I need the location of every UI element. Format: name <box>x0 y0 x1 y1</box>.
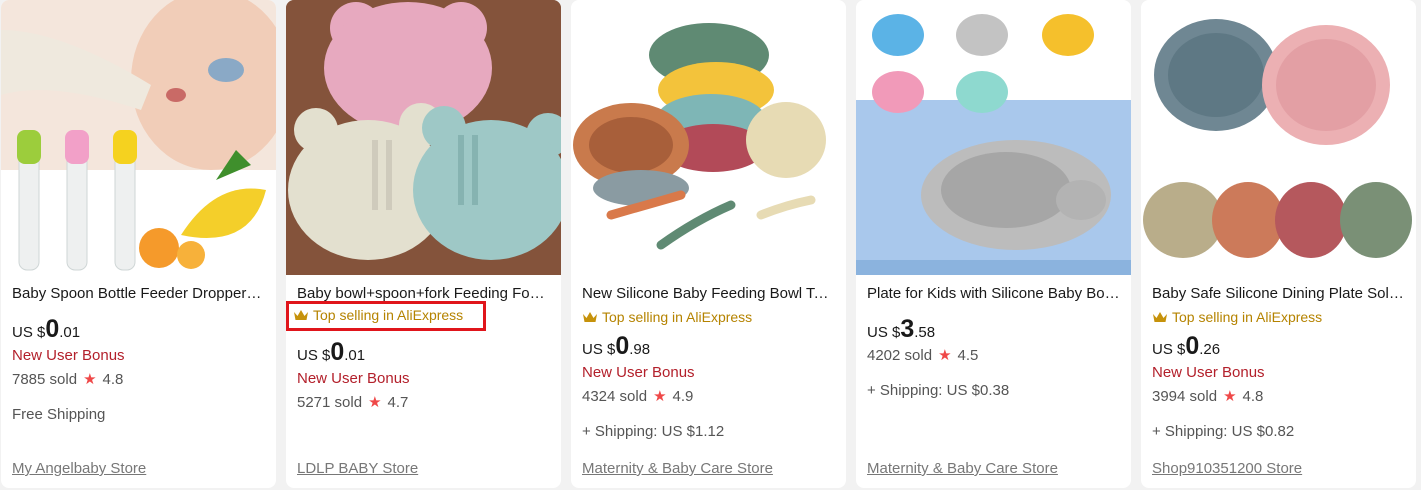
product-image[interactable] <box>571 0 846 275</box>
sold-count: 4202 sold <box>867 347 933 364</box>
top-selling-badge: Top selling in AliExpress <box>286 301 487 331</box>
top-selling-badge: Top selling in AliExpress <box>1152 308 1322 326</box>
star-icon: ★ <box>83 371 97 388</box>
crown-icon <box>1153 312 1167 322</box>
product-card[interactable]: Baby bowl+spoon+fork Feeding Food Tablew… <box>286 0 561 488</box>
product-title[interactable]: Baby Safe Silicone Dining Plate Solid Cu… <box>1152 284 1405 303</box>
product-image[interactable] <box>1 0 276 275</box>
price-integer: 0 <box>45 315 60 343</box>
shipping-info: + Shipping: US $0.38 <box>867 382 1010 399</box>
rating-value: 4.8 <box>102 371 124 388</box>
product-price: US $ 3 .58 <box>867 317 1120 345</box>
shipping-info: + Shipping: US $1.12 <box>582 423 725 440</box>
badge-label: Top selling in AliExpress <box>1172 309 1323 325</box>
product-card[interactable]: Plate for Kids with Silicone Baby Bowl S… <box>856 0 1131 488</box>
product-image[interactable] <box>286 0 561 275</box>
price-currency: US $ <box>12 324 46 341</box>
product-grid: Baby Spoon Bottle Feeder Dropper Silicon… <box>0 0 1421 490</box>
sold-rating-row: 4324 sold ★ 4.9 <box>582 388 835 406</box>
new-user-bonus: New User Bonus <box>582 364 695 381</box>
sold-rating-row: 7885 sold ★ 4.8 <box>12 371 265 389</box>
crown-icon <box>583 312 597 322</box>
sold-rating-row: 5271 sold ★ 4.7 <box>297 394 550 412</box>
crown-icon <box>294 310 308 320</box>
product-image[interactable] <box>856 0 1131 275</box>
product-card[interactable]: New Silicone Baby Feeding Bowl Tableware… <box>571 0 846 488</box>
product-title[interactable]: New Silicone Baby Feeding Bowl Tableware… <box>582 284 835 303</box>
store-link[interactable]: Maternity & Baby Care Store <box>867 460 1058 478</box>
rating-value: 4.8 <box>1242 388 1264 405</box>
rating-value: 4.5 <box>957 347 979 364</box>
product-card[interactable]: Baby Safe Silicone Dining Plate Solid Cu… <box>1141 0 1416 488</box>
product-image[interactable] <box>1141 0 1416 275</box>
sold-count: 3994 sold <box>1152 388 1218 405</box>
badge-label: Top selling in AliExpress <box>602 309 753 325</box>
shipping-info: + Shipping: US $0.82 <box>1152 423 1295 440</box>
new-user-bonus: New User Bonus <box>297 370 410 387</box>
price-currency: US $ <box>582 341 616 358</box>
top-selling-badge: Top selling in AliExpress <box>582 308 752 326</box>
store-link[interactable]: Maternity & Baby Care Store <box>582 460 773 478</box>
sold-count: 7885 sold <box>12 371 78 388</box>
price-decimal: .01 <box>59 324 81 341</box>
product-price: US $ 0 .26 <box>1152 334 1405 362</box>
product-price: US $ 0 .01 <box>297 340 550 368</box>
store-link[interactable]: LDLP BABY Store <box>297 460 418 478</box>
shipping-info: Free Shipping <box>12 406 106 423</box>
price-integer: 0 <box>330 338 345 366</box>
store-link[interactable]: My Angelbaby Store <box>12 460 146 478</box>
star-icon: ★ <box>653 388 667 405</box>
star-icon: ★ <box>938 347 952 364</box>
star-icon: ★ <box>1223 388 1237 405</box>
price-decimal: .26 <box>1199 341 1221 358</box>
product-price: US $ 0 .98 <box>582 334 835 362</box>
price-currency: US $ <box>1152 341 1186 358</box>
rating-value: 4.7 <box>387 394 409 411</box>
price-currency: US $ <box>867 324 901 341</box>
price-currency: US $ <box>297 347 331 364</box>
price-integer: 0 <box>1185 332 1200 360</box>
price-decimal: .98 <box>629 341 651 358</box>
star-icon: ★ <box>368 394 382 411</box>
sold-rating-row: 3994 sold ★ 4.8 <box>1152 388 1405 406</box>
sold-count: 5271 sold <box>297 394 363 411</box>
new-user-bonus: New User Bonus <box>1152 364 1265 381</box>
price-integer: 0 <box>615 332 630 360</box>
new-user-bonus: New User Bonus <box>12 347 125 364</box>
price-decimal: .01 <box>344 347 366 364</box>
product-card[interactable]: Baby Spoon Bottle Feeder Dropper Silicon… <box>1 0 276 488</box>
badge-label: Top selling in AliExpress <box>313 307 464 323</box>
rating-value: 4.9 <box>672 388 694 405</box>
price-integer: 3 <box>900 315 915 343</box>
sold-rating-row: 4202 sold ★ 4.5 <box>867 347 1120 365</box>
product-title[interactable]: Baby bowl+spoon+fork Feeding Food Tablew… <box>297 284 550 303</box>
price-decimal: .58 <box>914 324 936 341</box>
sold-count: 4324 sold <box>582 388 648 405</box>
product-title[interactable]: Plate for Kids with Silicone Baby Bowl S… <box>867 284 1120 303</box>
product-price: US $ 0 .01 <box>12 317 265 345</box>
store-link[interactable]: Shop910351200 Store <box>1152 460 1302 478</box>
product-title[interactable]: Baby Spoon Bottle Feeder Dropper Silicon… <box>12 284 265 303</box>
